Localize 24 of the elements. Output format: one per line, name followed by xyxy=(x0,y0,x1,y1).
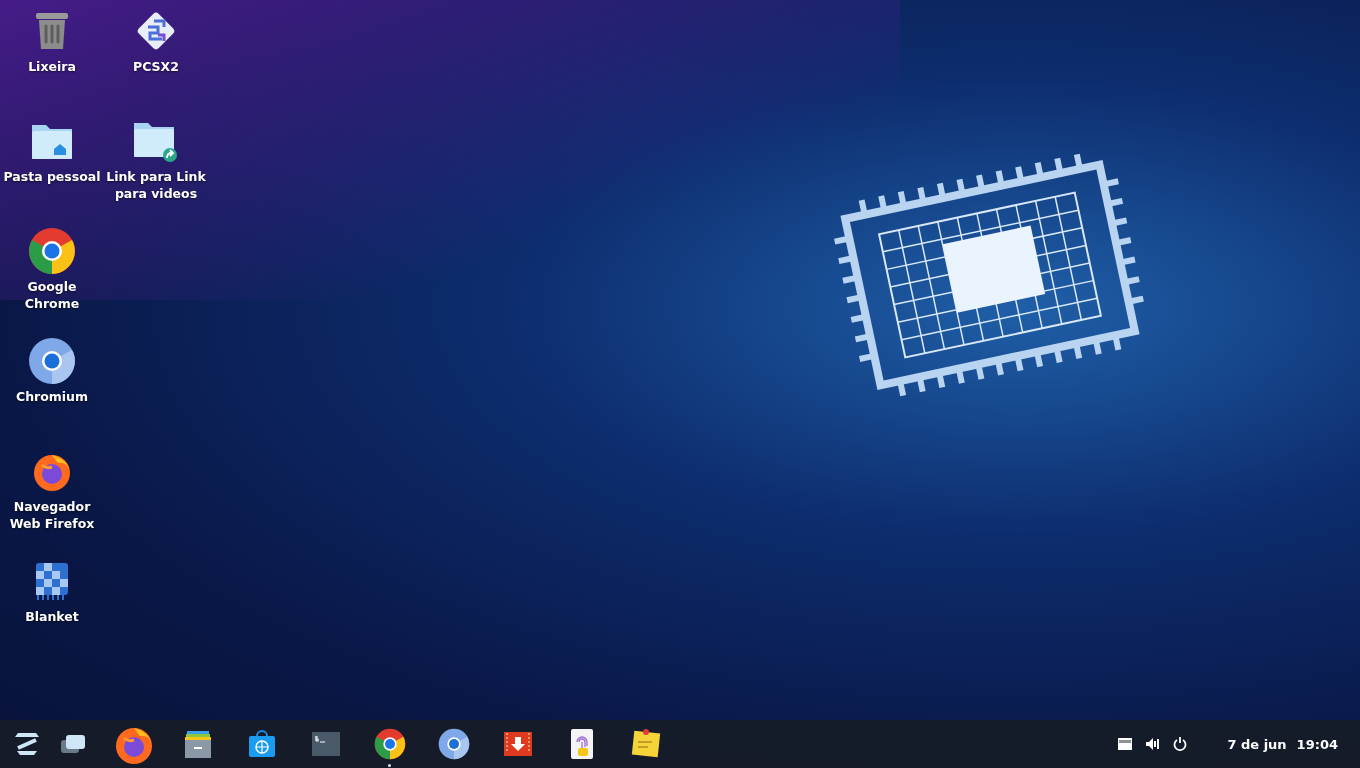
desktop-icon-label[interactable]: Blanket xyxy=(25,608,79,625)
chromium-logo-icon[interactable] xyxy=(28,337,76,385)
power-icon[interactable] xyxy=(1173,737,1188,751)
desktop-icon-label[interactable]: Lixeira xyxy=(28,58,76,75)
shopping-bag-icon[interactable] xyxy=(247,729,277,759)
chromium-logo-icon[interactable] xyxy=(438,728,470,760)
desktop-icon-label[interactable]: Navegador Web Firefox xyxy=(2,498,102,532)
desktop-icon-label[interactable]: Google Chrome xyxy=(2,278,102,312)
fingerprint-card-icon[interactable] xyxy=(569,728,595,760)
volume-icon[interactable] xyxy=(1145,737,1162,751)
clock-time[interactable]: 19:04 xyxy=(1296,736,1338,752)
windows-overview-icon[interactable] xyxy=(60,733,86,755)
chrome-logo-icon[interactable] xyxy=(28,227,76,275)
zorin-logo-icon[interactable] xyxy=(12,731,42,757)
desktop-icon-label[interactable]: PCSX2 xyxy=(133,58,179,75)
file-cabinet-icon[interactable] xyxy=(183,729,213,759)
chrome-logo-icon[interactable] xyxy=(374,728,406,760)
ethernet-icon[interactable] xyxy=(1117,737,1134,751)
desktop-icon-label[interactable]: Pasta pessoal xyxy=(3,168,101,185)
film-download-icon[interactable] xyxy=(503,731,533,757)
desktop-icon-label[interactable]: Chromium xyxy=(15,388,89,405)
clock-date[interactable]: 7 de jun xyxy=(1227,736,1287,752)
terminal-icon[interactable] xyxy=(311,731,341,757)
desktop-icon-label[interactable]: Link para Link para videos xyxy=(106,168,206,202)
